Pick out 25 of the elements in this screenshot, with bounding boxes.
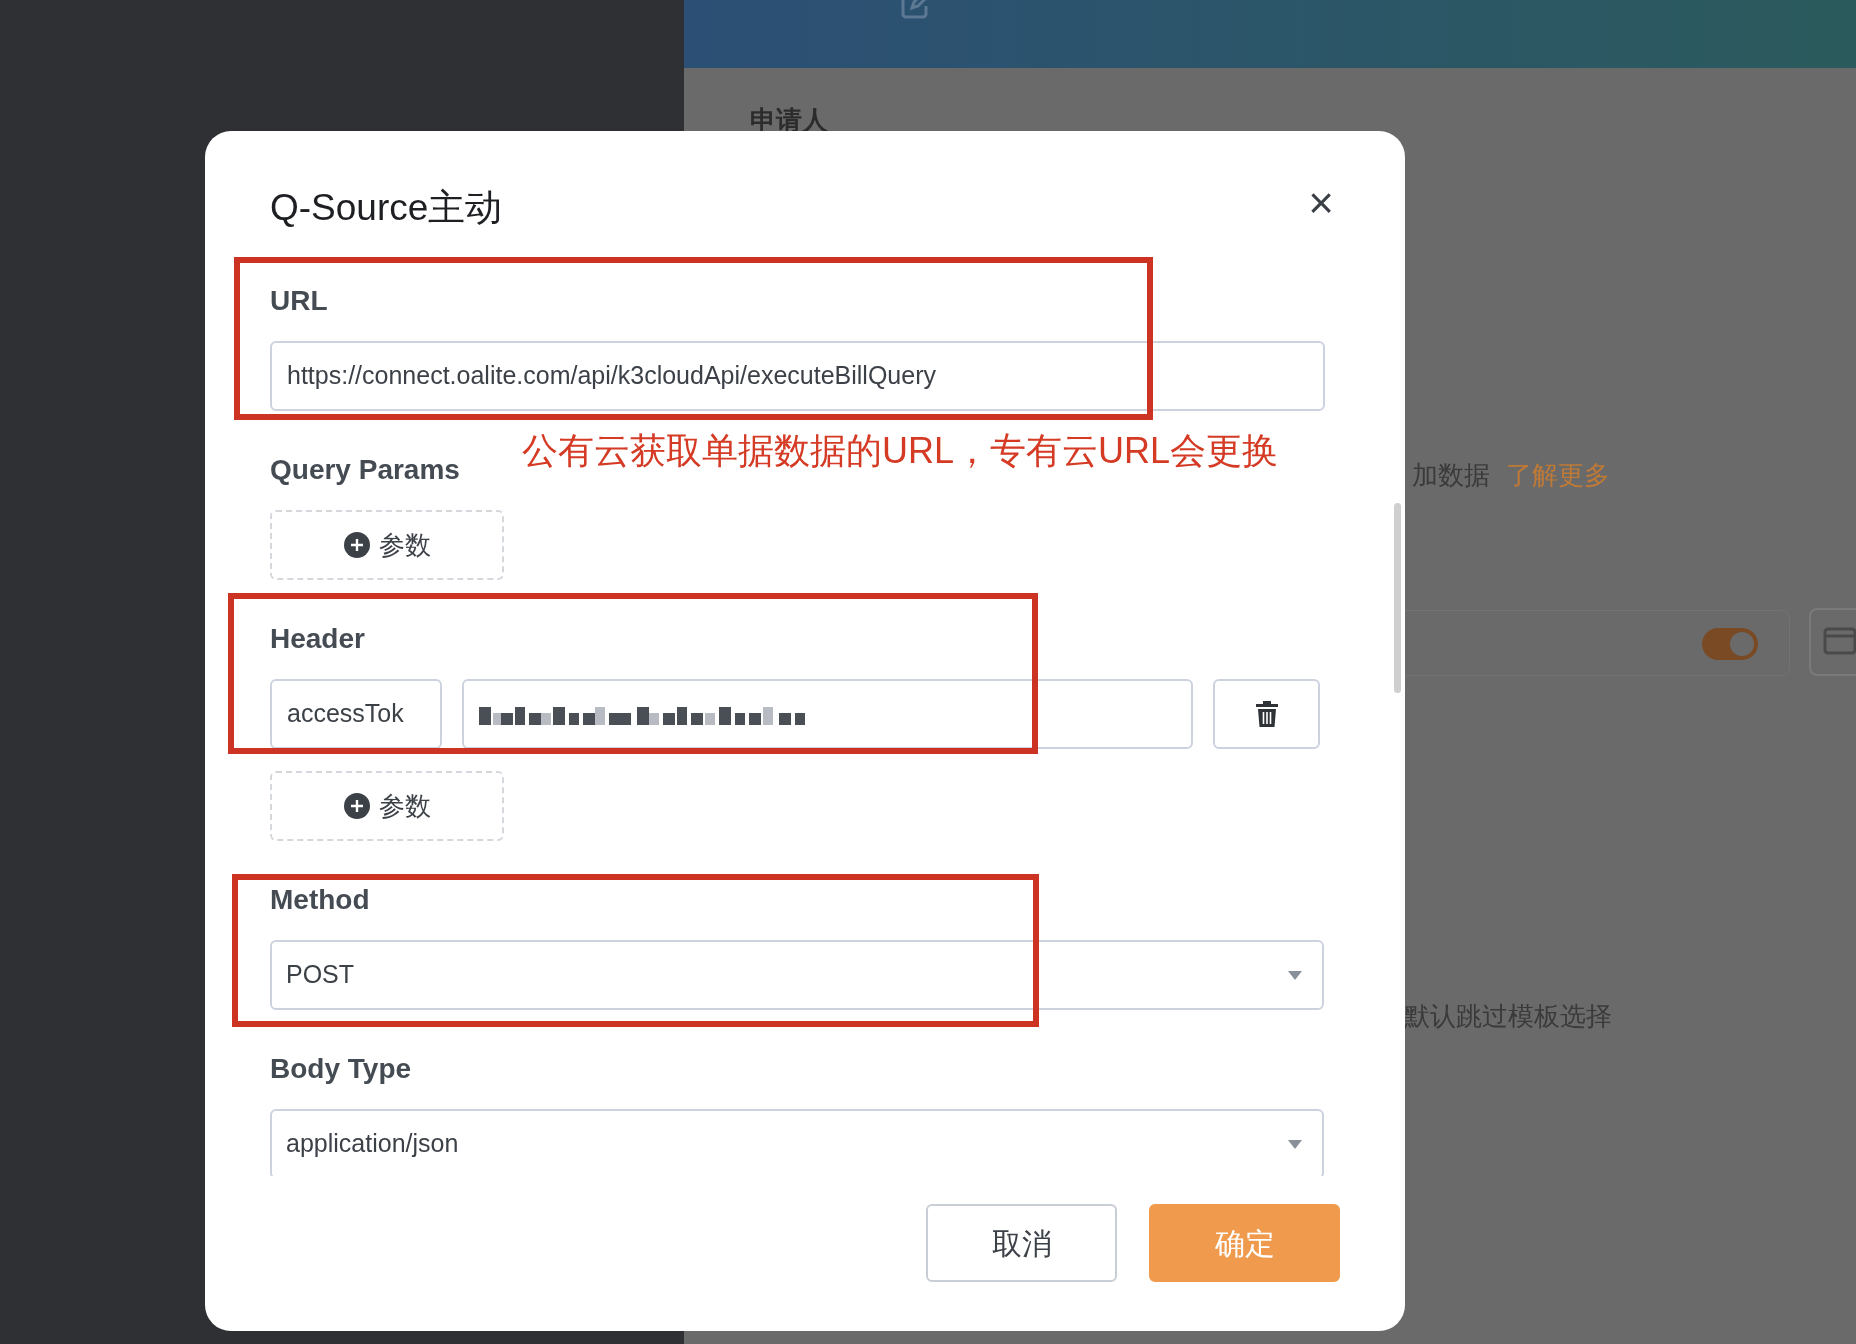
caret-down-icon	[1288, 1139, 1302, 1149]
url-input-field[interactable]: https://connect.oalite.com/api/k3cloudApi/executeBillQuery	[270, 341, 1325, 411]
plus-icon	[343, 531, 371, 559]
trash-icon	[1255, 701, 1278, 727]
field-label: Query Params	[270, 453, 460, 487]
caret-down-icon	[1288, 970, 1302, 980]
delete-button[interactable]	[1213, 679, 1320, 749]
select-field[interactable]: POST	[270, 940, 1324, 1010]
field-label: Method	[270, 883, 370, 917]
field-label: URL	[270, 284, 328, 318]
window-icon	[1823, 627, 1856, 657]
key-input-field[interactable]: accessTok	[270, 679, 442, 749]
plus-icon	[343, 792, 371, 820]
add-param-button[interactable]: 参数	[270, 510, 504, 580]
add-param-button[interactable]: 参数	[270, 771, 504, 841]
preview-button[interactable]	[1809, 608, 1856, 676]
value-input-field[interactable]	[462, 679, 1193, 749]
close-button[interactable]: ×	[1301, 183, 1341, 223]
field-label: Body Type	[270, 1052, 412, 1086]
toggle-switch[interactable]	[1702, 628, 1758, 660]
cancel-button[interactable]: 取消	[926, 1204, 1117, 1282]
dialog-title: Q-Source主动	[270, 186, 503, 230]
scrollbar[interactable]	[1394, 503, 1401, 693]
select-field[interactable]: application/json	[270, 1109, 1324, 1176]
field-label: Header	[270, 622, 365, 656]
